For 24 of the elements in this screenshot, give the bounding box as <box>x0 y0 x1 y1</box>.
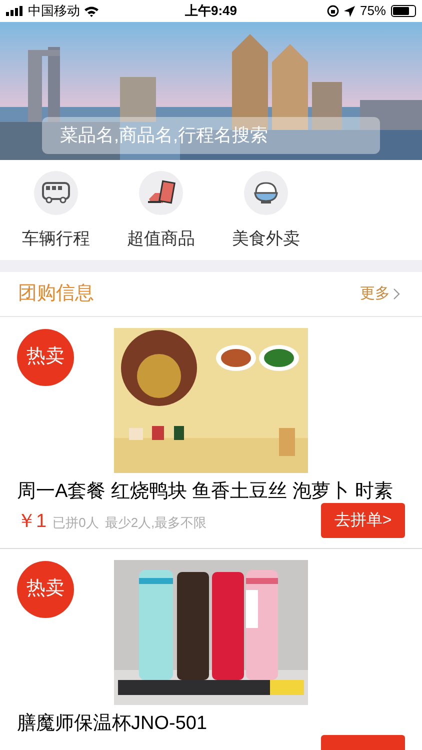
rice-bowl-icon <box>244 171 288 215</box>
signal-icon <box>6 6 24 16</box>
joined-count: 已拼0人 <box>52 514 99 532</box>
group-limits: 最少2人,最多不限 <box>104 514 207 532</box>
hot-badge: 热卖 <box>17 329 74 386</box>
product-title: 膳魔师保温杯JNO-501 <box>17 712 208 736</box>
location-arrow-icon <box>344 6 355 16</box>
battery-percent: 75% <box>360 2 386 20</box>
hot-badge: 热卖 <box>17 561 74 618</box>
join-group-button[interactable]: 去拼单> <box>321 503 405 538</box>
shortcut-button[interactable]: 美食外卖 <box>228 171 304 252</box>
shortcut-button[interactable]: 超值商品 <box>123 171 199 252</box>
boxes-icon <box>139 171 183 215</box>
battery-icon <box>391 5 416 17</box>
chevron-right-icon <box>393 288 400 300</box>
product-title: 周一A套餐 红烧鸭块 鱼香土豆丝 泡萝卜 时素 <box>17 480 394 504</box>
wifi-icon <box>84 6 99 16</box>
bus-icon <box>34 171 78 215</box>
carrier-name: 中国移动 <box>28 2 80 20</box>
section-title: 团购信息 <box>18 282 94 306</box>
clock-time: 上午9:49 <box>184 2 238 20</box>
price: ￥1 <box>17 510 47 534</box>
rotation-lock-icon <box>326 5 339 17</box>
shortcut-button[interactable]: 车辆行程 <box>18 171 94 252</box>
